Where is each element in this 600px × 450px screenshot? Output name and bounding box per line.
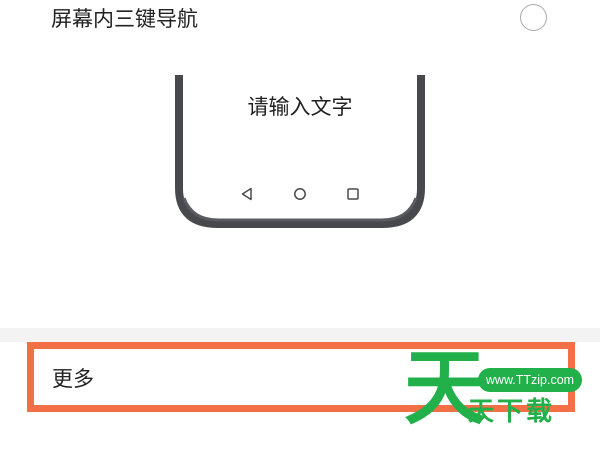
navigation-settings-screen: 屏幕内三键导航 请输入文字 更多 天 www.TTzip.com 天下载 [0, 0, 600, 450]
recents-icon [347, 188, 359, 200]
radio-button-unchecked[interactable] [520, 4, 547, 31]
preview-placeholder-text: 请输入文字 [247, 95, 353, 119]
back-icon [241, 187, 252, 201]
phone-frame-shadow [182, 197, 418, 222]
home-icon [294, 188, 306, 200]
more-settings-row[interactable]: 更多 [0, 342, 600, 450]
section-divider [0, 328, 600, 342]
three-key-navigation-option[interactable]: 屏幕内三键导航 [0, 0, 600, 44]
highlight-frame [27, 342, 575, 412]
more-label: 更多 [52, 367, 94, 391]
option-label: 屏幕内三键导航 [51, 7, 198, 31]
